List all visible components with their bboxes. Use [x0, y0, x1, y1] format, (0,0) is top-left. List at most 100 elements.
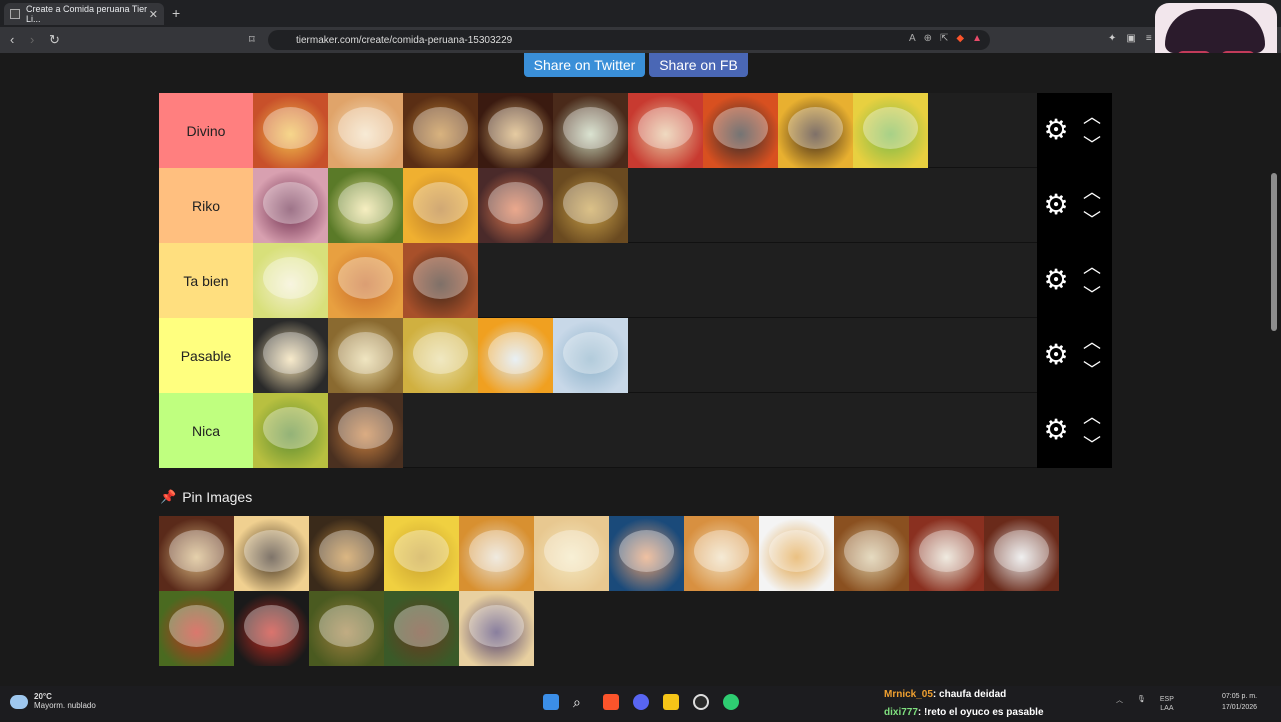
reload-icon[interactable]: ↻: [49, 32, 60, 48]
pin-icon: 📌: [160, 489, 177, 504]
chevron-down-icon[interactable]: ﹀: [1081, 281, 1103, 307]
browser-tab[interactable]: Create a Comida peruana Tier Li... ✕: [4, 3, 164, 25]
food-image[interactable]: [403, 168, 478, 243]
rewards-icon[interactable]: ▲: [972, 33, 982, 44]
taskbar-apps: ⌕: [543, 694, 739, 710]
back-icon[interactable]: ‹: [10, 32, 14, 47]
food-image[interactable]: [403, 93, 478, 168]
food-image[interactable]: [553, 93, 628, 168]
chevron-down-icon[interactable]: ﹀: [1081, 356, 1103, 382]
share-twitter-button[interactable]: Share on Twitter: [524, 53, 645, 77]
food-image[interactable]: [328, 318, 403, 393]
pool-food-image[interactable]: [384, 516, 459, 591]
tab-close-icon[interactable]: ✕: [149, 8, 158, 21]
food-image[interactable]: [328, 393, 403, 468]
sidebar-icon[interactable]: ▣: [1126, 33, 1135, 44]
new-tab-button[interactable]: +: [172, 5, 180, 21]
file-explorer-icon[interactable]: [663, 694, 679, 710]
share-icon[interactable]: ⇱: [940, 33, 948, 44]
clock[interactable]: 07:05 p. m. 17/01/2026: [1222, 691, 1257, 713]
pool-food-image[interactable]: [459, 591, 534, 666]
food-image[interactable]: [328, 168, 403, 243]
chevron-up-icon[interactable]: ︿: [1081, 253, 1103, 279]
stream-chat-overlay: Mrnick_05: chaufa deidad dixi777: !reto …: [884, 686, 1044, 722]
pool-food-image[interactable]: [309, 591, 384, 666]
pool-food-image[interactable]: [834, 516, 909, 591]
chevron-down-icon[interactable]: ﹀: [1081, 431, 1103, 457]
brave-icon[interactable]: [603, 694, 619, 710]
gear-icon[interactable]: ⚙: [1043, 416, 1069, 444]
pool-food-image[interactable]: [609, 516, 684, 591]
gear-icon[interactable]: ⚙: [1043, 341, 1069, 369]
food-image[interactable]: [253, 243, 328, 318]
chevron-up-icon[interactable]: ︿: [1081, 403, 1103, 429]
language-indicator[interactable]: ESP LAA: [1160, 695, 1174, 713]
tier-label[interactable]: Pasable: [159, 318, 253, 393]
gear-icon[interactable]: ⚙: [1043, 191, 1069, 219]
search-icon[interactable]: ⌕: [573, 694, 589, 710]
food-image[interactable]: [478, 93, 553, 168]
cloud-icon: [10, 695, 28, 709]
pool-food-image[interactable]: [159, 591, 234, 666]
discord-icon[interactable]: [633, 694, 649, 710]
zoom-icon[interactable]: ⊕: [924, 33, 932, 44]
gear-icon[interactable]: ⚙: [1043, 266, 1069, 294]
food-image[interactable]: [553, 318, 628, 393]
gear-icon[interactable]: ⚙: [1043, 116, 1069, 144]
food-image[interactable]: [403, 318, 478, 393]
tier-label[interactable]: Divino: [159, 93, 253, 168]
pin-images-title: Pin Images: [182, 489, 253, 505]
chevron-up-icon[interactable]: ︿: [1081, 178, 1103, 204]
mic-icon[interactable]: 🎙: [1137, 695, 1146, 713]
obs-icon[interactable]: [693, 694, 709, 710]
pool-food-image[interactable]: [384, 591, 459, 666]
pool-food-image[interactable]: [684, 516, 759, 591]
food-image[interactable]: [628, 93, 703, 168]
pool-food-image[interactable]: [459, 516, 534, 591]
food-image[interactable]: [253, 93, 328, 168]
pool-food-image[interactable]: [534, 516, 609, 591]
food-image[interactable]: [703, 93, 778, 168]
food-image[interactable]: [253, 168, 328, 243]
spotify-icon[interactable]: [723, 694, 739, 710]
pool-food-image[interactable]: [234, 591, 309, 666]
weather-widget[interactable]: 20°C Mayorm. nublado: [10, 692, 96, 710]
pool-food-image[interactable]: [759, 516, 834, 591]
food-image[interactable]: [253, 318, 328, 393]
menu-icon[interactable]: ≡: [1146, 33, 1152, 44]
food-image[interactable]: [553, 168, 628, 243]
food-image[interactable]: [328, 93, 403, 168]
pool-food-image[interactable]: [909, 516, 984, 591]
pool-food-image[interactable]: [984, 516, 1059, 591]
chevron-up-icon[interactable]: ︿: [1081, 328, 1103, 354]
food-image[interactable]: [253, 393, 328, 468]
tier-label[interactable]: Ta bien: [159, 243, 253, 318]
tier-label[interactable]: Riko: [159, 168, 253, 243]
food-image[interactable]: [478, 318, 553, 393]
bookmark-icon[interactable]: ⌑: [249, 33, 255, 46]
share-fb-button[interactable]: Share on FB: [649, 53, 748, 77]
chevron-up-icon[interactable]: ︿: [1081, 103, 1103, 129]
forward-icon[interactable]: ›: [30, 32, 34, 47]
url-text: tiermaker.com/create/comida-peruana-1530…: [296, 34, 513, 46]
scrollbar[interactable]: [1271, 173, 1277, 331]
food-image[interactable]: [853, 93, 928, 168]
url-actions: A ⊕ ⇱ ◆ ▲: [909, 33, 982, 44]
pool-food-image[interactable]: [309, 516, 384, 591]
translate-icon[interactable]: A: [909, 33, 916, 44]
pool-food-image[interactable]: [159, 516, 234, 591]
tray-chevron-icon[interactable]: ︿: [1116, 695, 1123, 713]
food-image[interactable]: [478, 168, 553, 243]
pool-food-image[interactable]: [234, 516, 309, 591]
tier-label[interactable]: Nica: [159, 393, 253, 468]
extensions-icon[interactable]: ✦: [1108, 33, 1116, 44]
food-image[interactable]: [778, 93, 853, 168]
food-image[interactable]: [403, 243, 478, 318]
brave-shield-icon[interactable]: ◆: [956, 33, 964, 44]
windows-start-icon[interactable]: [543, 694, 559, 710]
chevron-down-icon[interactable]: ﹀: [1081, 131, 1103, 157]
tier-controls: ⚙ ︿ ﹀: [1037, 93, 1112, 168]
food-image[interactable]: [328, 243, 403, 318]
chevron-down-icon[interactable]: ﹀: [1081, 206, 1103, 232]
url-field[interactable]: tiermaker.com/create/comida-peruana-1530…: [268, 30, 990, 50]
